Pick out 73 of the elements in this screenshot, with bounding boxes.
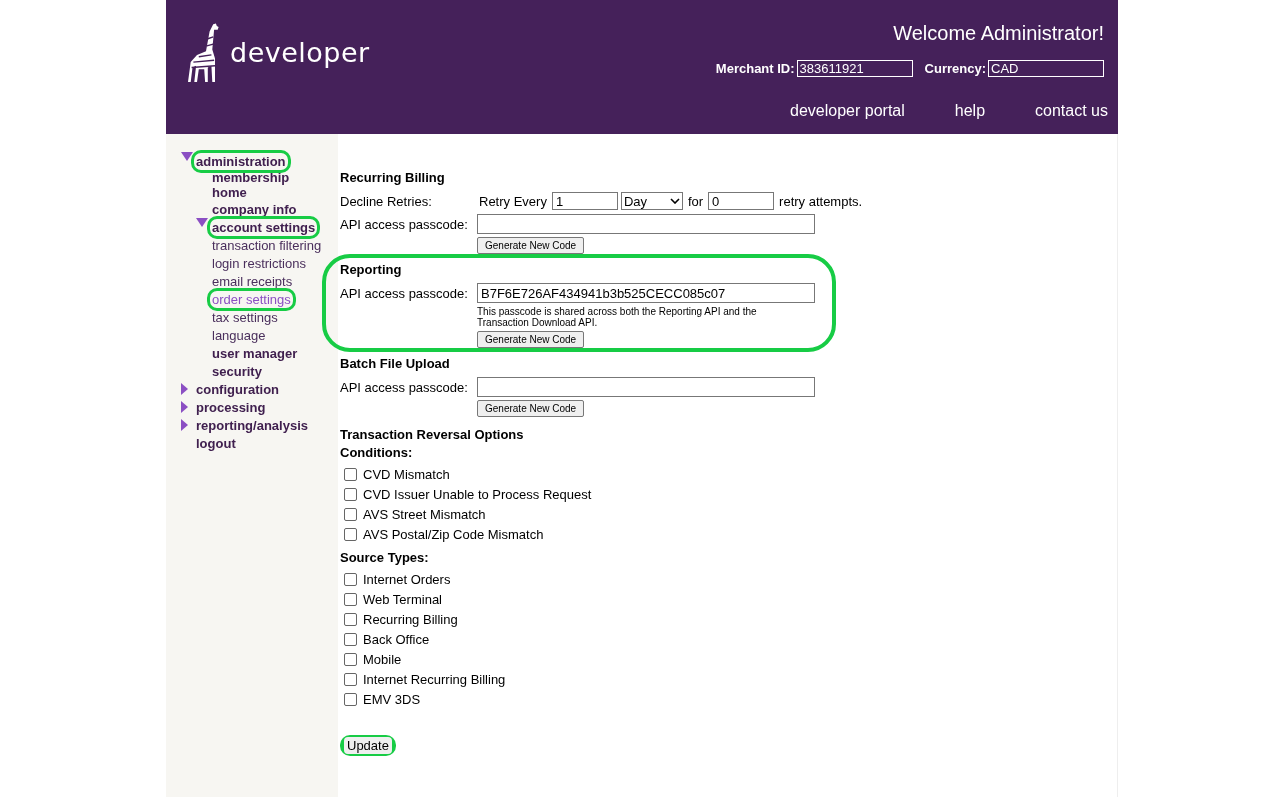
checkbox-label: EMV 3DS [363,691,421,707]
group-title: Conditions: [340,445,414,460]
toggle-arrow-icon[interactable] [181,401,188,413]
field-label: Retry Every [479,193,547,209]
checkbox[interactable] [344,692,357,706]
attempts-field[interactable]: 0 [708,192,775,210]
nav-link[interactable]: processing [195,399,267,415]
checkbox[interactable] [344,632,357,646]
nav-link[interactable]: tax settings [211,309,279,325]
checkbox-label: Recurring Billing [363,611,458,627]
checkbox[interactable] [344,592,357,606]
nav-link[interactable]: reporting/analysis [195,417,309,433]
toggle-arrow-icon[interactable] [181,152,193,161]
checkbox[interactable] [344,507,357,521]
nav-link[interactable]: logout [195,435,237,451]
checkbox[interactable] [344,487,357,501]
checkbox[interactable] [344,652,357,666]
toggle-arrow-icon[interactable] [196,218,208,227]
interval-field[interactable]: 1 [551,192,618,210]
field-label: for [687,193,704,209]
nav-link[interactable]: email receipts [211,273,294,289]
field-label: API access passcode: [340,379,469,395]
field-label: retry attempts. [779,193,863,209]
toggle-arrow-icon[interactable] [181,383,188,395]
checkbox-label: CVD Mismatch [363,466,450,482]
checkbox-label: Back Office [363,631,430,647]
nav-link[interactable]: language [211,327,267,343]
field-label: API access passcode: [340,216,469,232]
section-title: Batch File Upload [340,356,451,371]
unit-dropdown[interactable]: Day [620,192,683,210]
nav-link[interactable]: transaction filtering [211,237,323,253]
update-button[interactable]: Update [344,737,392,754]
checkbox[interactable] [344,572,357,586]
header-link[interactable]: help [954,102,986,120]
welcome-text: Welcome Administrator! [893,22,1104,45]
checkbox-label: CVD Issuer Unable to Process Request [363,486,592,502]
logo-text: developer [230,36,370,68]
checkbox-label: Internet Recurring Billing [363,671,506,687]
nav-link[interactable]: user manager [211,345,299,361]
nav-link[interactable]: company info [211,201,298,217]
generate-code-button[interactable]: Generate New Code [477,237,585,254]
generate-code-button[interactable]: Generate New Code [477,331,585,348]
header-link[interactable]: developer portal [790,102,905,120]
group-title: Source Types: [340,550,430,565]
checkbox[interactable] [344,467,357,481]
checkbox[interactable] [344,612,357,626]
generate-code-button[interactable]: Generate New Code [477,400,585,417]
field-label: API access passcode: [340,285,469,301]
checkbox-label: AVS Street Mismatch [363,506,486,522]
nav-link[interactable]: login restrictions [211,255,307,271]
checkbox-label: AVS Postal/Zip Code Mismatch [363,526,544,542]
toggle-arrow-icon[interactable] [181,419,188,431]
merchant-id-field[interactable]: 383611921 [796,60,913,77]
checkbox-label: Web Terminal [363,591,442,607]
checkbox[interactable] [344,527,357,541]
checkbox[interactable] [344,672,357,686]
field-label: Decline Retries: [340,193,433,209]
nav-link[interactable]: configuration [195,381,281,397]
checkbox-label: Internet Orders [363,571,451,587]
passcode-field[interactable] [477,377,815,397]
passcode-field[interactable] [477,214,815,234]
note-text: This passcode is shared across both the Reporting API and the Transaction Download API. [477,306,758,328]
passcode-field[interactable]: B7F6E726AF434941b3b525CECC085c07 [477,283,815,303]
chevron-down-icon [669,198,680,204]
nav-link[interactable]: security [211,363,263,379]
currency-field[interactable]: CAD [988,60,1104,77]
currency-label: Currency: [924,61,986,76]
checkbox-label: Mobile [363,651,402,667]
header-link[interactable]: contact us [1035,102,1108,120]
section-title: Recurring Billing [340,170,446,185]
section-title: Reporting [340,262,403,277]
section-title: Transaction Reversal Options [340,427,525,442]
merchant-id-label: Merchant ID: [715,61,795,76]
